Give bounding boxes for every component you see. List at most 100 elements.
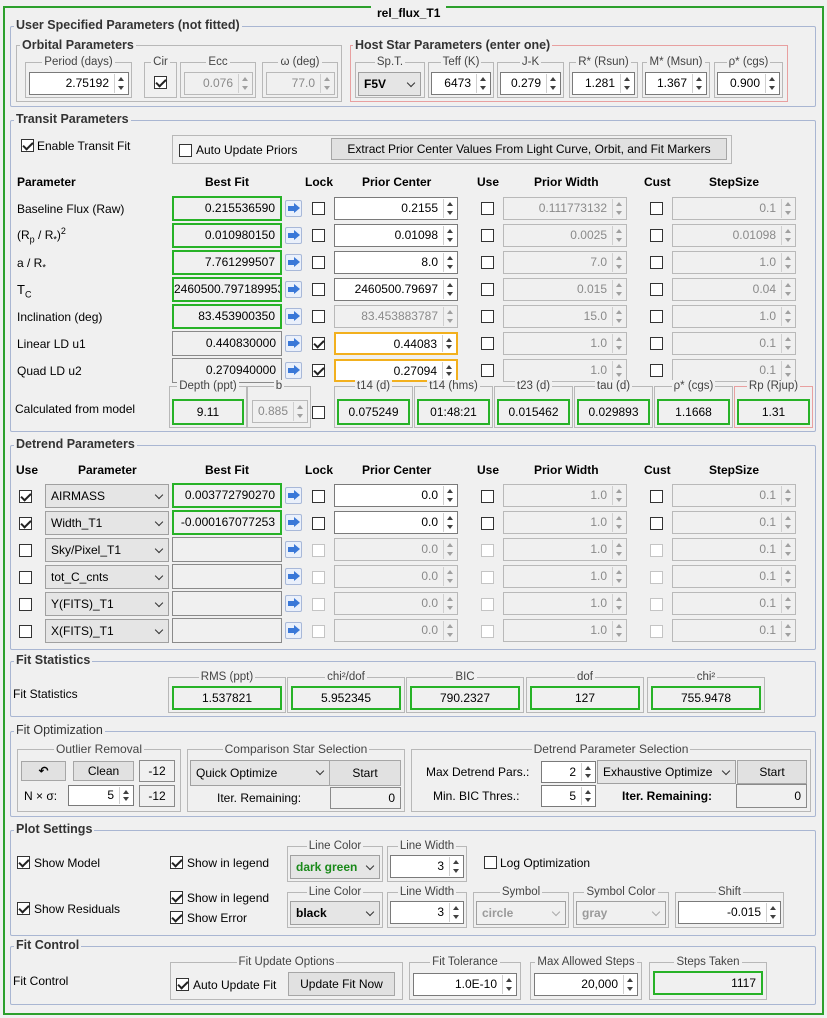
mstar-input[interactable]: 1.367 bbox=[645, 72, 707, 95]
max-detrend-spinner[interactable] bbox=[581, 763, 594, 781]
transit-row-3-prior-center-spinner[interactable] bbox=[443, 280, 456, 299]
detrend-row-3-prior-center-spinner[interactable] bbox=[443, 567, 456, 586]
rstar-input[interactable]: 1.281 bbox=[572, 72, 635, 95]
detrend-row-0-stepsize-spinner[interactable] bbox=[781, 486, 794, 505]
transit-row-1-stepsize[interactable]: 0.01098 bbox=[672, 224, 796, 247]
transit-row-3-prior-center[interactable]: 2460500.79697 bbox=[334, 278, 458, 301]
detrend-row-0-use-checkbox[interactable] bbox=[19, 490, 32, 503]
transit-row-0-stepsize-spinner[interactable] bbox=[781, 199, 794, 218]
detrend-row-1-stepsize-spinner[interactable] bbox=[781, 513, 794, 532]
detrend-row-4-stepsize-spinner[interactable] bbox=[781, 594, 794, 613]
ecc-spinner[interactable] bbox=[238, 74, 251, 93]
transit-row-4-prior-width-spinner[interactable] bbox=[612, 307, 625, 326]
show-residuals-checkbox[interactable] bbox=[17, 902, 30, 915]
transit-row-1-copy-arrow-icon[interactable] bbox=[285, 227, 302, 244]
detrend-row-5-param-select[interactable]: X(FITS)_T1 bbox=[45, 619, 169, 643]
detrend-row-5-stepsize-spinner[interactable] bbox=[781, 621, 794, 640]
detrend-row-3-copy-arrow-icon[interactable] bbox=[285, 568, 302, 585]
transit-row-5-lock-checkbox[interactable] bbox=[312, 337, 325, 350]
transit-row-1-use-checkbox[interactable] bbox=[481, 229, 494, 242]
transit-row-3-prior-width[interactable]: 0.015 bbox=[503, 278, 627, 301]
model-color-select[interactable]: dark green bbox=[290, 855, 380, 879]
transit-row-2-prior-width[interactable]: 7.0 bbox=[503, 251, 627, 274]
detrend-row-4-prior-width[interactable]: 1.0 bbox=[503, 592, 627, 615]
transit-row-5-copy-arrow-icon[interactable] bbox=[285, 335, 302, 352]
transit-row-3-stepsize[interactable]: 0.04 bbox=[672, 278, 796, 301]
transit-row-2-prior-center-spinner[interactable] bbox=[443, 253, 456, 272]
detrend-row-0-stepsize[interactable]: 0.1 bbox=[672, 484, 796, 507]
omega-input[interactable]: 77.0 bbox=[266, 72, 335, 95]
calc-b-checkbox[interactable] bbox=[312, 406, 325, 419]
transit-row-6-use-checkbox[interactable] bbox=[481, 364, 494, 377]
transit-row-3-use-checkbox[interactable] bbox=[481, 283, 494, 296]
detrend-row-0-use2-checkbox[interactable] bbox=[481, 490, 494, 503]
spt-select[interactable]: F5V bbox=[358, 72, 421, 96]
detrend-row-3-use-checkbox[interactable] bbox=[19, 571, 32, 584]
transit-row-3-prior-width-spinner[interactable] bbox=[612, 280, 625, 299]
period-input[interactable]: 2.75192 bbox=[29, 72, 129, 95]
transit-row-2-prior-width-spinner[interactable] bbox=[612, 253, 625, 272]
detrend-row-1-prior-center[interactable]: 0.0 bbox=[334, 511, 458, 534]
detrend-row-3-use2-checkbox[interactable] bbox=[481, 571, 494, 584]
detrend-row-1-prior-width-spinner[interactable] bbox=[612, 513, 625, 532]
auto-update-fit-checkbox[interactable] bbox=[176, 978, 189, 991]
detrend-row-3-prior-width[interactable]: 1.0 bbox=[503, 565, 627, 588]
transit-row-6-cust-checkbox[interactable] bbox=[650, 364, 663, 377]
transit-row-6-lock-checkbox[interactable] bbox=[312, 364, 325, 377]
auto-update-priors-checkbox[interactable] bbox=[179, 144, 192, 157]
residuals-legend-checkbox[interactable] bbox=[170, 891, 183, 904]
transit-row-5-prior-width-spinner[interactable] bbox=[612, 334, 625, 353]
detrend-row-0-param-select[interactable]: AIRMASS bbox=[45, 484, 169, 508]
detrend-row-4-lock-checkbox[interactable] bbox=[312, 598, 325, 611]
detrend-row-5-cust-checkbox[interactable] bbox=[650, 625, 663, 638]
detrend-row-4-use2-checkbox[interactable] bbox=[481, 598, 494, 611]
tolerance-input[interactable]: 1.0E-10 bbox=[413, 973, 517, 996]
ecc-input[interactable]: 0.076 bbox=[184, 72, 253, 95]
min-bic-spinner[interactable] bbox=[581, 787, 594, 805]
res-width-spinner[interactable] bbox=[449, 903, 462, 922]
transit-row-0-prior-width[interactable]: 0.111773132 bbox=[503, 197, 627, 220]
tolerance-spinner[interactable] bbox=[502, 975, 515, 994]
detrend-row-0-prior-center[interactable]: 0.0 bbox=[334, 484, 458, 507]
calc-b-spinner[interactable] bbox=[293, 402, 306, 421]
show-model-checkbox[interactable] bbox=[17, 856, 30, 869]
transit-row-1-lock-checkbox[interactable] bbox=[312, 229, 325, 242]
transit-row-0-lock-checkbox[interactable] bbox=[312, 202, 325, 215]
transit-row-1-prior-width[interactable]: 0.0025 bbox=[503, 224, 627, 247]
detrend-mode-select[interactable]: Exhaustive Optimize bbox=[597, 760, 736, 784]
detrend-row-5-use2-checkbox[interactable] bbox=[481, 625, 494, 638]
transit-row-0-prior-center[interactable]: 0.2155 bbox=[334, 197, 458, 220]
teff-spinner[interactable] bbox=[476, 74, 489, 93]
symbol-color-select[interactable]: gray bbox=[576, 901, 666, 925]
detrend-row-4-copy-arrow-icon[interactable] bbox=[285, 595, 302, 612]
detrend-row-0-prior-width[interactable]: 1.0 bbox=[503, 484, 627, 507]
detrend-row-5-prior-center[interactable]: 0.0 bbox=[334, 619, 458, 642]
detrend-row-5-lock-checkbox[interactable] bbox=[312, 625, 325, 638]
detrend-row-0-prior-center-spinner[interactable] bbox=[443, 486, 456, 505]
transit-row-5-stepsize-spinner[interactable] bbox=[781, 334, 794, 353]
detrend-row-3-stepsize[interactable]: 0.1 bbox=[672, 565, 796, 588]
detrend-row-2-use-checkbox[interactable] bbox=[19, 544, 32, 557]
transit-row-3-lock-checkbox[interactable] bbox=[312, 283, 325, 296]
shift-input[interactable]: -0.015 bbox=[678, 901, 781, 924]
detrend-row-2-cust-checkbox[interactable] bbox=[650, 544, 663, 557]
detrend-row-2-prior-width-spinner[interactable] bbox=[612, 540, 625, 559]
detrend-row-2-prior-center-spinner[interactable] bbox=[443, 540, 456, 559]
omega-spinner[interactable] bbox=[320, 74, 333, 93]
transit-row-2-use-checkbox[interactable] bbox=[481, 256, 494, 269]
jk-input[interactable]: 0.279 bbox=[500, 72, 561, 95]
transit-row-6-stepsize-spinner[interactable] bbox=[781, 361, 794, 380]
detrend-row-2-lock-checkbox[interactable] bbox=[312, 544, 325, 557]
transit-row-2-lock-checkbox[interactable] bbox=[312, 256, 325, 269]
comp-start-button[interactable]: Start bbox=[329, 760, 401, 786]
transit-row-1-stepsize-spinner[interactable] bbox=[781, 226, 794, 245]
detrend-row-2-copy-arrow-icon[interactable] bbox=[285, 541, 302, 558]
mstar-spinner[interactable] bbox=[692, 74, 705, 93]
model-width-spinner[interactable] bbox=[449, 857, 462, 876]
transit-row-1-prior-width-spinner[interactable] bbox=[612, 226, 625, 245]
detrend-row-5-stepsize[interactable]: 0.1 bbox=[672, 619, 796, 642]
clean-button[interactable]: Clean bbox=[73, 761, 134, 781]
transit-row-1-cust-checkbox[interactable] bbox=[650, 229, 663, 242]
period-spinner[interactable] bbox=[114, 74, 127, 93]
detrend-row-1-cust-checkbox[interactable] bbox=[650, 517, 663, 530]
